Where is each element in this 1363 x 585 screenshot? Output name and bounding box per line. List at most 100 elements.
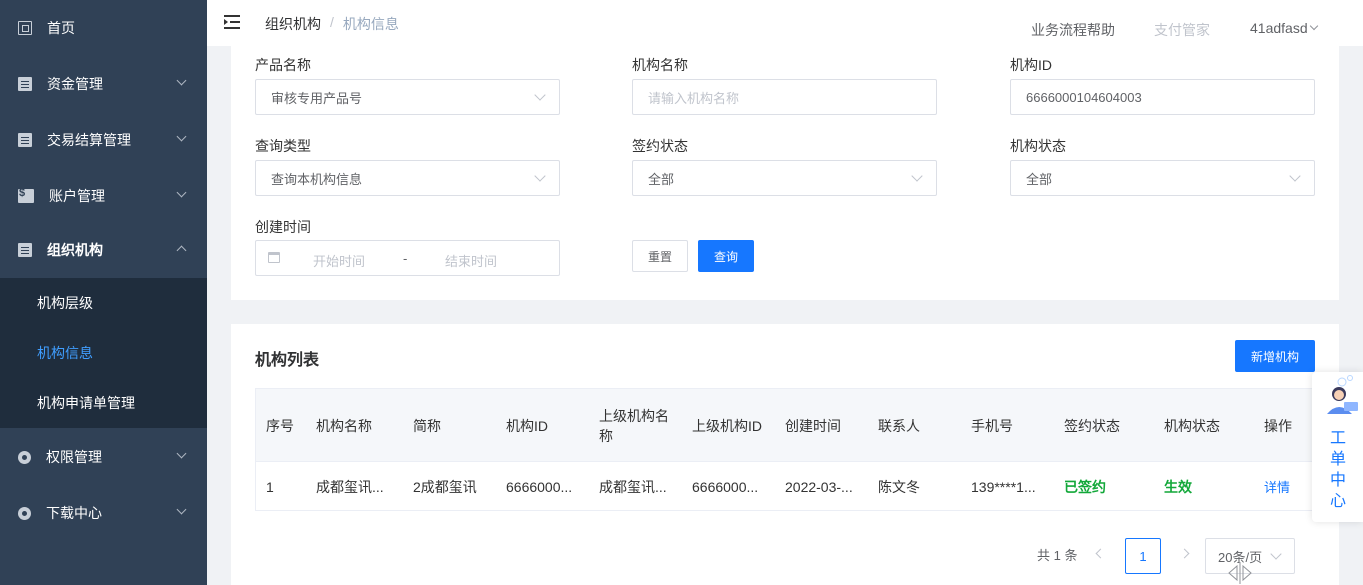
- work-order-center-label: 工单中心: [1329, 430, 1346, 510]
- help-link[interactable]: 业务流程帮助: [1031, 20, 1115, 40]
- chevron-down-icon: [176, 75, 187, 86]
- cell-created-time: 2022-03-...: [785, 478, 853, 495]
- add-org-button[interactable]: 新增机构: [1235, 340, 1315, 372]
- chevron-down-icon: [176, 448, 187, 459]
- date-separator: -: [403, 251, 408, 266]
- cell-org-id: 6666000...: [506, 478, 573, 495]
- created-time-range[interactable]: 开始时间 - 结束时间: [255, 240, 560, 276]
- chevron-down-icon: [176, 187, 187, 198]
- document-icon: [18, 133, 32, 147]
- user-menu[interactable]: 41adfasd: [1250, 20, 1308, 36]
- top-header: 组织机构 / 机构信息 业务流程帮助 支付管家 41adfasd: [207, 0, 1363, 46]
- sign-status-value: 全部: [648, 171, 675, 187]
- cell-org-name: 成都玺讯...: [316, 478, 384, 495]
- work-order-center-widget[interactable]: 工单中心: [1312, 372, 1363, 522]
- chevron-down-icon: [534, 89, 546, 101]
- details-link[interactable]: 详情: [1264, 462, 1290, 511]
- column-header: 手机号: [971, 417, 1013, 434]
- gear-icon: [18, 506, 31, 520]
- breadcrumb: 组织机构 / 机构信息: [265, 14, 399, 34]
- org-name-label: 机构名称: [632, 57, 688, 73]
- end-date-input[interactable]: 结束时间: [445, 251, 497, 270]
- cell-org-status: 生效: [1164, 478, 1192, 495]
- pagination-total: 共 1 条: [1037, 548, 1078, 563]
- sidebar-item-settlement[interactable]: 交易结算管理: [0, 112, 207, 168]
- fund-icon: [18, 77, 32, 91]
- page-number[interactable]: 1: [1125, 538, 1161, 574]
- query-type-select[interactable]: 查询本机构信息: [255, 160, 560, 196]
- product-name-select[interactable]: 审核专用产品号: [255, 79, 560, 115]
- sidebar-item-account[interactable]: 账户管理: [0, 168, 207, 224]
- column-header: 联系人: [878, 417, 920, 434]
- chevron-down-icon: [1270, 548, 1282, 560]
- org-status-label: 机构状态: [1010, 138, 1066, 154]
- sidebar-item-org-hierarchy[interactable]: 机构层级: [0, 278, 207, 328]
- calendar-icon: [268, 252, 280, 263]
- chevron-up-icon: [176, 245, 187, 256]
- org-id-input[interactable]: 6666000104604003: [1010, 79, 1315, 115]
- customer-service-icon: [1327, 375, 1358, 414]
- sidebar-item-label: 权限管理: [46, 449, 102, 465]
- column-header: 上级机构名称: [599, 407, 669, 444]
- search-panel: 产品名称 审核专用产品号 机构名称 请输入机构名称 机构ID 666600010…: [231, 46, 1339, 300]
- breadcrumb-current: 机构信息: [342, 16, 399, 32]
- sidebar-item-permissions[interactable]: 权限管理: [0, 429, 207, 485]
- chevron-down-icon: [176, 131, 187, 142]
- sidebar-item-org-applications[interactable]: 机构申请单管理: [0, 378, 207, 428]
- org-id-value: 6666000104604003: [1026, 89, 1142, 105]
- query-type-label: 查询类型: [255, 138, 311, 154]
- org-id-label: 机构ID: [1010, 57, 1052, 73]
- column-header: 机构ID: [506, 417, 548, 434]
- drag-handle-icon[interactable]: [1225, 562, 1255, 584]
- chevron-down-icon[interactable]: [1309, 21, 1319, 31]
- org-status-value: 全部: [1026, 171, 1053, 187]
- column-header: 操作: [1264, 417, 1292, 434]
- column-header: 机构状态: [1164, 417, 1220, 434]
- pay-manager-link[interactable]: 支付管家: [1154, 20, 1210, 40]
- cell-parent-id: 6666000...: [692, 478, 759, 495]
- chevron-down-icon: [1289, 170, 1301, 182]
- sidebar-item-organization[interactable]: 组织机构: [0, 222, 207, 278]
- home-icon: [18, 21, 32, 35]
- menu-toggle-icon[interactable]: [224, 15, 240, 29]
- sidebar-item-label: 账户管理: [49, 188, 105, 204]
- query-button[interactable]: 查询: [698, 240, 754, 272]
- chevron-down-icon: [911, 170, 923, 182]
- reset-button[interactable]: 重置: [632, 240, 688, 272]
- sidebar-item-home[interactable]: 首页: [0, 0, 207, 56]
- sidebar-item-label: 下载中心: [46, 505, 102, 521]
- next-page-icon[interactable]: [1179, 548, 1190, 559]
- sidebar-item-fund[interactable]: 资金管理: [0, 56, 207, 112]
- sidebar-item-downloads[interactable]: 下载中心: [0, 485, 207, 541]
- start-date-input[interactable]: 开始时间: [313, 251, 365, 270]
- org-status-select[interactable]: 全部: [1010, 160, 1315, 196]
- sign-status-select[interactable]: 全部: [632, 160, 937, 196]
- cell-parent-name: 成都玺讯...: [599, 478, 667, 495]
- column-header: 签约状态: [1064, 417, 1120, 434]
- cell-sign-status: 已签约: [1064, 478, 1106, 495]
- org-table: 序号 机构名称 简称 机构ID 上级机构名称 上级机构ID 创建时间 联系人 手…: [255, 388, 1315, 511]
- breadcrumb-separator: /: [330, 14, 334, 30]
- chevron-down-icon: [534, 170, 546, 182]
- column-header: 序号: [266, 417, 294, 434]
- prev-page-icon[interactable]: [1095, 548, 1106, 559]
- cell-phone: 139****1...: [971, 478, 1036, 495]
- org-list-panel: 机构列表 新增机构 序号 机构名称 简称 机构ID 上级机构名称 上级机构ID …: [231, 324, 1339, 585]
- org-name-input[interactable]: 请输入机构名称: [632, 79, 937, 115]
- column-header: 简称: [413, 417, 441, 434]
- org-name-placeholder: 请输入机构名称: [648, 90, 740, 106]
- list-title: 机构列表: [255, 352, 320, 369]
- column-header: 上级机构ID: [692, 417, 762, 434]
- account-icon: [18, 187, 34, 203]
- sidebar-item-label: 组织机构: [47, 242, 103, 258]
- sidebar-item-org-info[interactable]: 机构信息: [0, 328, 207, 378]
- table-header: 序号 机构名称 简称 机构ID 上级机构名称 上级机构ID 创建时间 联系人 手…: [256, 389, 1314, 462]
- cell-short-name: 2成都玺讯: [413, 478, 477, 495]
- cell-index: 1: [266, 478, 274, 495]
- submenu-organization: 机构层级 机构信息 机构申请单管理: [0, 278, 207, 428]
- chevron-down-icon: [176, 504, 187, 515]
- breadcrumb-parent[interactable]: 组织机构: [265, 14, 321, 34]
- column-header: 机构名称: [316, 417, 372, 434]
- sidebar-item-label: 首页: [47, 20, 75, 36]
- sidebar: 首页 资金管理 交易结算管理 账户管理 组织机构 机构层级 机构信息 机构申请单…: [0, 0, 207, 585]
